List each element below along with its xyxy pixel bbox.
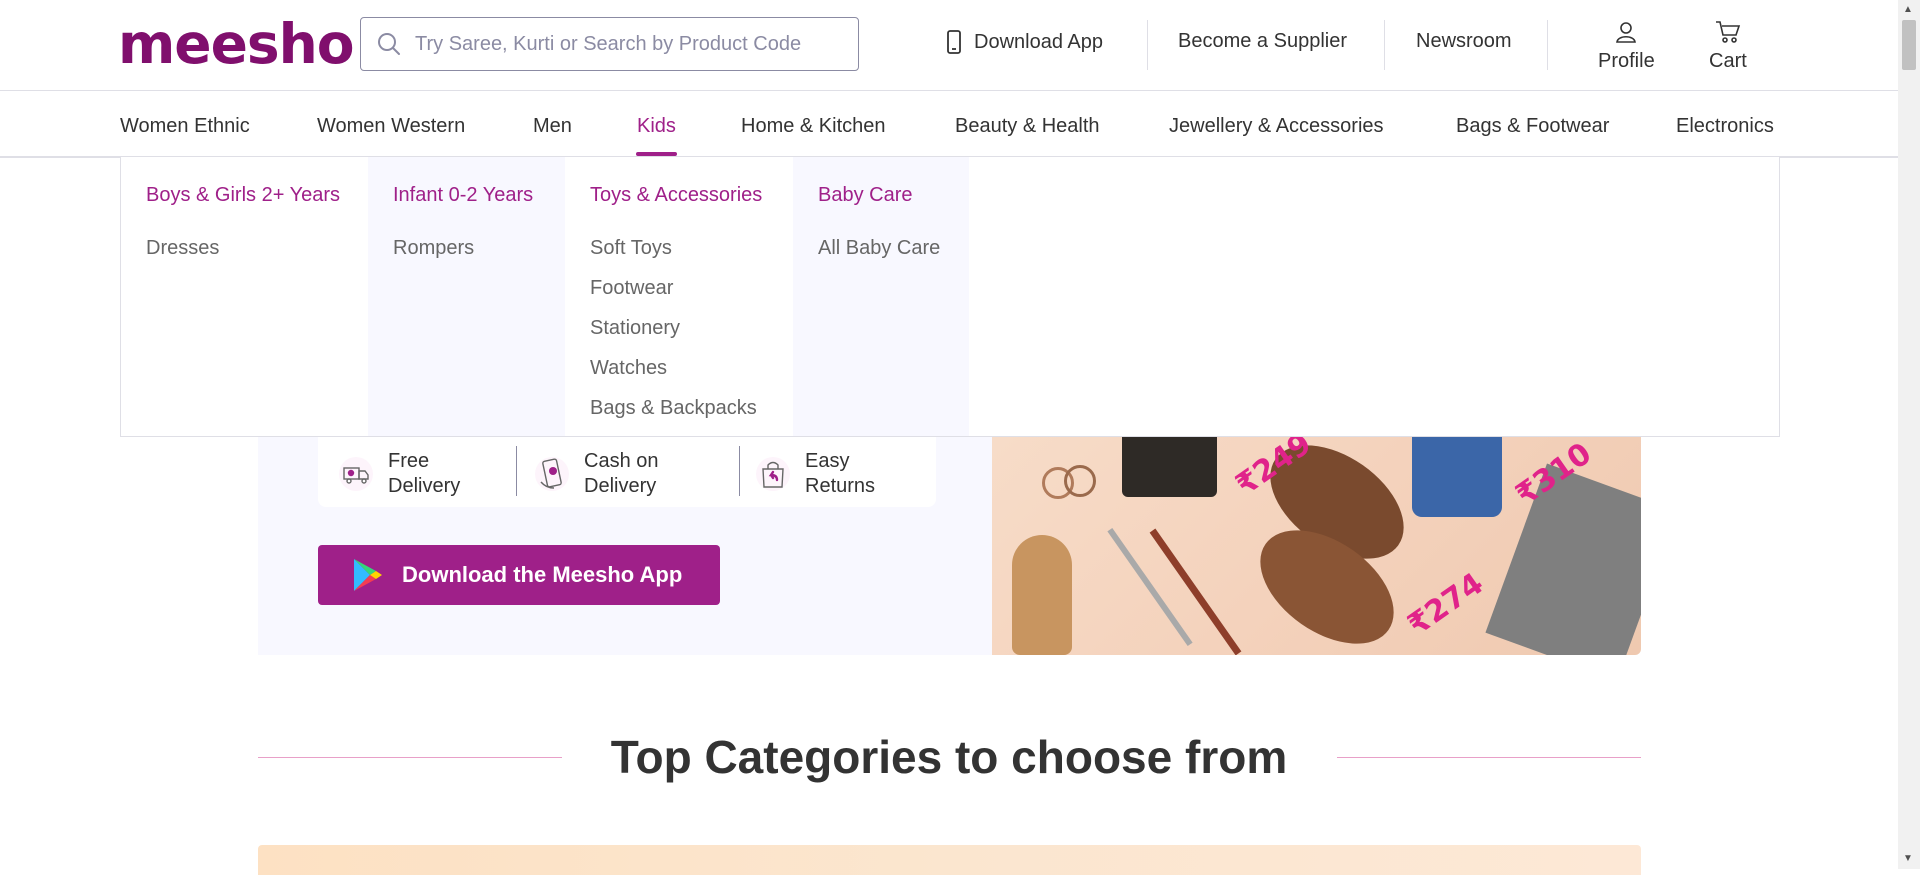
search-bar[interactable] (360, 17, 859, 71)
mobile-phone-icon (946, 30, 962, 54)
category-nav: Women Ethnic Women Western Men Kids Home… (0, 91, 1898, 158)
header-divider (1547, 20, 1548, 70)
cart-button[interactable]: Cart (1709, 20, 1747, 73)
scroll-up-icon[interactable]: ▲ (1903, 4, 1913, 15)
knife-graphic (1149, 528, 1242, 655)
profile-label: Profile (1598, 50, 1655, 72)
top-header: meesho Download App Become a Supplier Ne… (0, 0, 1898, 91)
earring-graphic (1064, 465, 1096, 497)
hero-product-image: ₹249 ₹310 ₹274 (992, 437, 1641, 655)
feature-free-delivery: Free Delivery (338, 449, 460, 499)
google-play-icon (352, 557, 384, 593)
header-divider (1384, 20, 1385, 70)
newsroom-link[interactable]: Newsroom (1416, 30, 1512, 53)
profile-menu[interactable]: Profile (1598, 20, 1655, 73)
active-tab-indicator (636, 152, 677, 156)
feature-line1: Free (388, 450, 430, 472)
become-supplier-link[interactable]: Become a Supplier (1178, 30, 1347, 53)
feature-line1: Cash on (584, 450, 659, 472)
jeans-graphic (1412, 437, 1502, 517)
menu-item[interactable]: Watches (590, 357, 667, 380)
menu-column-baby-care: Baby Care All Baby Care (793, 157, 969, 436)
user-icon (1614, 20, 1638, 50)
shirt-graphic (1485, 463, 1641, 655)
pepper-mill-graphic (1012, 535, 1072, 655)
search-icon (375, 30, 403, 58)
feature-divider (739, 446, 740, 496)
kids-mega-menu: Boys & Girls 2+ Years Dresses Infant 0-2… (120, 157, 1780, 437)
feature-line2: Delivery (388, 475, 461, 497)
nav-men[interactable]: Men (533, 115, 572, 138)
feature-line2: Delivery (584, 475, 657, 497)
category-banner[interactable] (258, 845, 1641, 875)
page-scrollbar[interactable]: ▲ ▼ (1898, 0, 1920, 869)
menu-column-toys-accessories: Toys & Accessories Soft Toys Footwear St… (565, 157, 793, 436)
scroll-thumb[interactable] (1902, 20, 1916, 70)
search-input[interactable] (413, 31, 847, 57)
menu-column-title[interactable]: Infant 0-2 Years (393, 184, 533, 207)
price-tag: ₹274 (1401, 566, 1490, 643)
feature-cash-on-delivery: Cash on Delivery (534, 449, 659, 499)
section-divider-right (1337, 757, 1641, 758)
nav-bags-footwear[interactable]: Bags & Footwear (1456, 115, 1609, 138)
nav-jewellery-accessories[interactable]: Jewellery & Accessories (1169, 115, 1384, 138)
feature-divider (516, 446, 517, 496)
menu-item[interactable]: Soft Toys (590, 237, 672, 260)
nav-electronics[interactable]: Electronics (1676, 115, 1774, 138)
feature-easy-returns: Easy Returns (755, 449, 875, 499)
cart-icon (1715, 20, 1741, 50)
delivery-truck-icon (338, 456, 374, 492)
menu-item[interactable]: Bags & Backpacks (590, 397, 757, 420)
nav-women-ethnic[interactable]: Women Ethnic (120, 115, 250, 138)
nav-home-kitchen[interactable]: Home & Kitchen (741, 115, 886, 138)
menu-item[interactable]: Dresses (146, 237, 219, 260)
menu-column-title[interactable]: Toys & Accessories (590, 184, 762, 207)
scroll-down-icon[interactable]: ▼ (1903, 853, 1913, 864)
compact-graphic (1122, 437, 1217, 497)
menu-column-title[interactable]: Baby Care (818, 184, 913, 207)
download-app-button-label: Download the Meesho App (402, 562, 683, 587)
menu-column-infant: Infant 0-2 Years Rompers (368, 157, 565, 436)
nav-kids[interactable]: Kids (637, 115, 676, 138)
feature-line1: Easy (805, 450, 850, 472)
nav-beauty-health[interactable]: Beauty & Health (955, 115, 1100, 138)
cart-label: Cart (1709, 50, 1747, 72)
menu-column-boys-girls: Boys & Girls 2+ Years Dresses (121, 157, 368, 436)
return-bag-icon (755, 456, 791, 492)
menu-item[interactable]: Stationery (590, 317, 680, 340)
cutlery-graphic (1107, 527, 1193, 647)
menu-item[interactable]: Rompers (393, 237, 474, 260)
menu-item[interactable]: All Baby Care (818, 237, 940, 260)
feature-line2: Returns (805, 475, 876, 497)
cash-hand-icon (534, 454, 570, 494)
menu-column-title[interactable]: Boys & Girls 2+ Years (146, 184, 340, 207)
download-app-label: Download App (974, 30, 1103, 53)
download-meesho-app-button[interactable]: Download the Meesho App (318, 545, 720, 605)
header-divider (1147, 20, 1148, 70)
menu-item[interactable]: Footwear (590, 277, 673, 300)
nav-women-western[interactable]: Women Western (317, 115, 465, 138)
meesho-logo[interactable]: meesho (118, 12, 355, 76)
download-app-link[interactable]: Download App (946, 30, 1103, 54)
